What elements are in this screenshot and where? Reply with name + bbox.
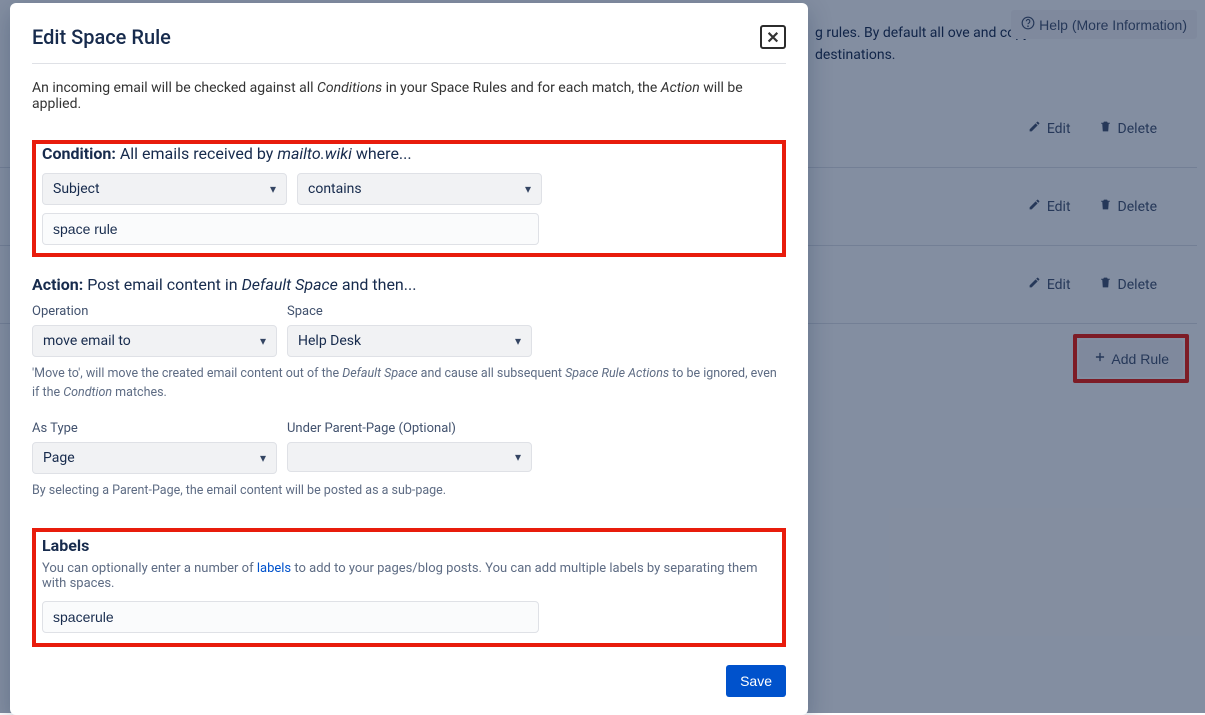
condition-text-prefix: All emails received by (116, 144, 277, 163)
condition-operator-select[interactable]: contains ▾ (297, 173, 542, 205)
chevron-down-icon: ▾ (515, 450, 521, 464)
intro-mid: in your Space Rules and for each match, … (382, 80, 661, 96)
action-op-row: Operation move email to ▾ Space Help Des… (32, 304, 786, 357)
space-select[interactable]: Help Desk ▾ (287, 325, 532, 357)
operation-select[interactable]: move email to ▾ (32, 325, 277, 357)
modal-intro-text: An incoming email will be checked agains… (32, 80, 786, 112)
space-value: Help Desk (298, 333, 361, 349)
labels-section: Labels You can optionally enter a number… (32, 528, 786, 647)
as-type-label: As Type (32, 421, 277, 436)
hint-em2: Space Rule Actions (565, 366, 669, 381)
chevron-down-icon: ▾ (270, 182, 276, 196)
labels-hint: You can optionally enter a number of lab… (42, 561, 776, 591)
labels-heading: Labels (42, 536, 776, 555)
hint-suffix: matches. (112, 385, 167, 400)
operation-hint: 'Move to', will move the created email c… (32, 365, 786, 403)
modal-header: Edit Space Rule ✕ (32, 25, 786, 64)
condition-field-value: Subject (53, 181, 100, 197)
condition-text-em: mailto.wiki (277, 144, 352, 163)
action-heading: Action: (32, 275, 83, 294)
chevron-down-icon: ▾ (260, 451, 266, 465)
hint-prefix: 'Move to', will move the created email c… (32, 366, 342, 381)
operation-value: move email to (43, 333, 131, 349)
chevron-down-icon: ▾ (260, 334, 266, 348)
action-section: Action: Post email content in Default Sp… (32, 275, 786, 500)
hint-em3: Condtion (63, 385, 112, 400)
hint-mid: and cause all subsequent (418, 366, 566, 381)
chevron-down-icon: ▾ (525, 182, 531, 196)
action-text-prefix: Post email content in (83, 275, 241, 294)
parent-page-select[interactable]: ▾ (287, 442, 532, 472)
intro-prefix: An incoming email will be checked agains… (32, 80, 317, 96)
action-text-suffix: and then... (338, 275, 417, 294)
hint-em1: Default Space (342, 366, 417, 381)
operation-label: Operation (32, 304, 277, 319)
condition-operator-value: contains (308, 181, 362, 197)
action-heading-line: Action: Post email content in Default Sp… (32, 275, 786, 294)
condition-select-row: Subject ▾ contains ▾ (42, 173, 776, 205)
as-type-value: Page (43, 450, 75, 466)
edit-space-rule-modal: Edit Space Rule ✕ An incoming email will… (10, 3, 808, 715)
close-button[interactable]: ✕ (760, 25, 786, 49)
intro-em1: Conditions (317, 80, 382, 96)
modal-title: Edit Space Rule (32, 25, 171, 49)
action-text-em: Default Space (242, 275, 338, 294)
condition-field-select[interactable]: Subject ▾ (42, 173, 287, 205)
labels-link[interactable]: labels (257, 561, 291, 576)
parent-page-label: Under Parent-Page (Optional) (287, 421, 532, 436)
condition-text-suffix: where... (352, 144, 412, 163)
save-button[interactable]: Save (726, 665, 786, 697)
condition-section: Condition: All emails received by mailto… (32, 140, 786, 257)
modal-footer: Save (32, 665, 786, 697)
condition-heading: Condition: (42, 144, 116, 163)
chevron-down-icon: ▾ (515, 334, 521, 348)
intro-em2: Action (661, 80, 700, 96)
labels-hint-prefix: You can optionally enter a number of (42, 561, 257, 576)
type-hint: By selecting a Parent-Page, the email co… (32, 482, 786, 501)
condition-heading-line: Condition: All emails received by mailto… (42, 144, 776, 163)
as-type-select[interactable]: Page ▾ (32, 442, 277, 474)
space-label: Space (287, 304, 532, 319)
labels-input[interactable] (42, 601, 539, 633)
condition-value-input[interactable] (42, 213, 539, 245)
action-type-row: As Type Page ▾ Under Parent-Page (Option… (32, 421, 786, 474)
close-icon: ✕ (766, 28, 779, 47)
